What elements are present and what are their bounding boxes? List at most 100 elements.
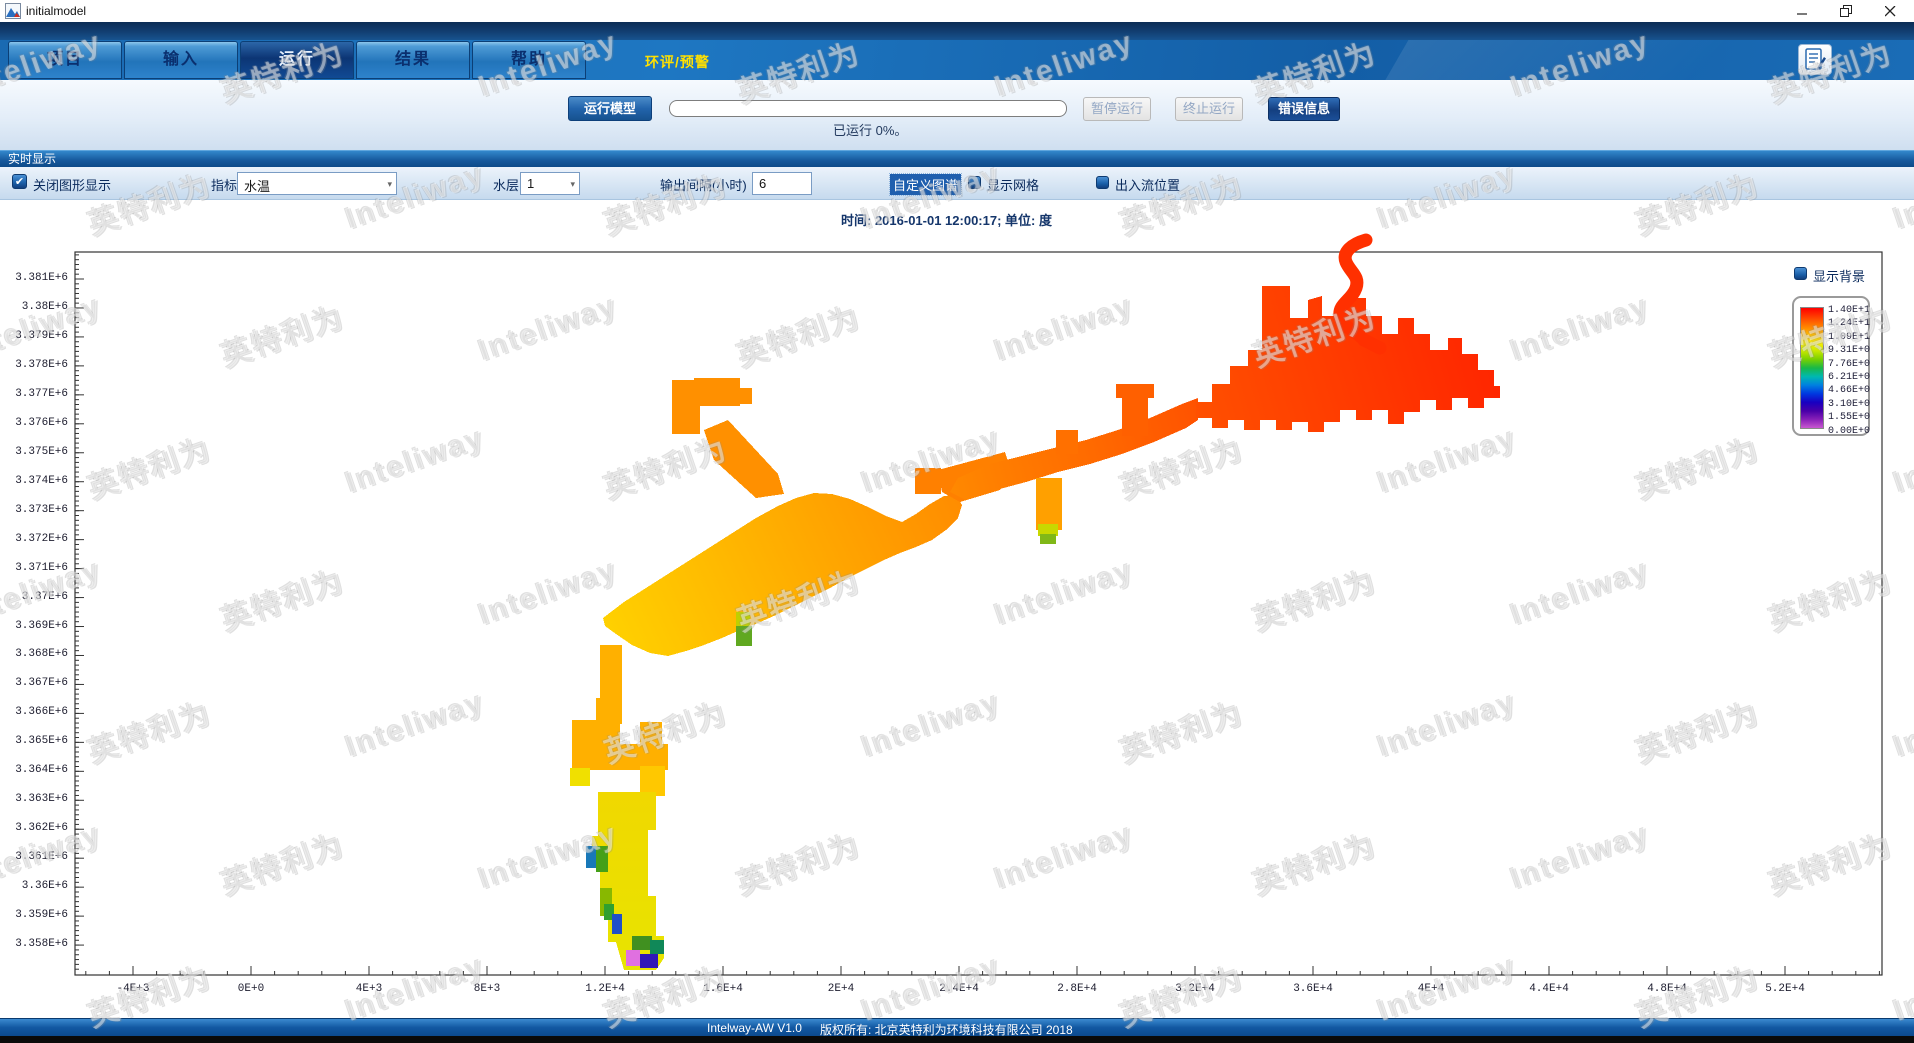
x-tick-label: 8E+3 — [447, 983, 527, 995]
y-tick-label: 3.374E+6 — [0, 475, 68, 487]
window-title: initialmodel — [26, 4, 86, 18]
y-tick-label: 3.36E+6 — [0, 880, 68, 892]
tab-project[interactable]: 项目 — [8, 41, 122, 79]
layer-select[interactable]: 1 ▾ — [520, 172, 580, 195]
chart-border — [75, 252, 1882, 975]
close-graph-label: 关闭图形显示 — [33, 175, 111, 194]
tab-input[interactable]: 输入 — [124, 41, 238, 79]
pause-run-button[interactable]: 暂停运行 — [1083, 97, 1151, 121]
cell-yellow — [570, 768, 590, 786]
title-bar: initialmodel — [0, 0, 1914, 22]
tab-help[interactable]: 帮助 — [472, 41, 586, 79]
report-document-button[interactable] — [1798, 44, 1832, 75]
x-tick-label: 4E+4 — [1391, 983, 1471, 995]
chevron-down-icon: ▾ — [387, 179, 392, 190]
y-tick-label: 3.373E+6 — [0, 504, 68, 516]
axis-ticks — [75, 255, 1879, 975]
app-window: initialmodel 项目 输入 运行 结果 帮助 环评/预警 — [0, 0, 1914, 1043]
close-button[interactable] — [1868, 0, 1912, 22]
interval-label: 输出间隔(小时) — [660, 175, 747, 194]
x-tick-label: -4E+3 — [93, 983, 173, 995]
inflow-position-label: 出入流位置 — [1115, 175, 1180, 194]
tab-results[interactable]: 结果 — [356, 41, 470, 79]
minimize-icon — [1797, 6, 1808, 17]
close-graph-checkbox[interactable]: ✔ — [12, 174, 27, 189]
hanging-branch — [1036, 478, 1062, 530]
realtime-display-header: 实时显示 — [0, 150, 1914, 167]
layer-value: 1 — [527, 176, 534, 191]
interval-input[interactable] — [752, 172, 812, 195]
tab-run[interactable]: 运行 — [240, 41, 354, 79]
y-tick-label: 3.372E+6 — [0, 533, 68, 545]
menu-tab-bar: 项目 输入 运行 结果 帮助 — [0, 40, 1914, 80]
x-tick-label: 2.8E+4 — [1037, 983, 1117, 995]
colorbar-value: 1.55E+0 — [1828, 412, 1872, 423]
colorbar-value: 0.00E+0 — [1828, 426, 1872, 437]
lake-north-nub — [915, 468, 941, 494]
y-tick-label: 3.358E+6 — [0, 938, 68, 950]
progress-label: 已运行 0%。 — [833, 120, 993, 139]
up-branch-top — [1116, 384, 1154, 398]
y-tick-label: 3.37E+6 — [0, 591, 68, 603]
y-tick-label: 3.376E+6 — [0, 417, 68, 429]
colorbar-value: 9.31E+0 — [1828, 345, 1872, 356]
colorbar-value: 3.10E+0 — [1828, 399, 1872, 410]
run-toolbar: 运行模型 已运行 0%。 暂停运行 终止运行 错误信息 — [0, 80, 1914, 150]
map-time-label: 时间: 2016-01-01 12:00:17; 单位: 度 — [841, 210, 1052, 229]
indicator-select[interactable]: 水温 ▾ — [237, 172, 397, 195]
y-tick-label: 3.367E+6 — [0, 677, 68, 689]
lake-body — [603, 493, 962, 656]
restore-button[interactable] — [1824, 0, 1868, 22]
y-tick-label: 3.359E+6 — [0, 909, 68, 921]
y-tick-label: 3.362E+6 — [0, 822, 68, 834]
env-warning-label: 环评/预警 — [645, 52, 710, 72]
minimize-button[interactable] — [1780, 0, 1824, 22]
colorbar-gradient — [1800, 307, 1824, 429]
indicator-label: 指标 — [211, 175, 237, 194]
realtime-controls: ✔ 关闭图形显示 指标 水温 ▾ 水层 1 ▾ 输出间隔(小时) 自定义图谱 显… — [0, 167, 1914, 200]
decorative-streak — [1374, 40, 1914, 80]
show-background-checkbox[interactable] — [1794, 267, 1807, 280]
layer-label: 水层 — [493, 175, 519, 194]
y-tick-label: 3.377E+6 — [0, 388, 68, 400]
y-tick-label: 3.378E+6 — [0, 359, 68, 371]
y-tick-label: 3.364E+6 — [0, 764, 68, 776]
status-bar: Intelway-AW V1.0 版权所有: 北京英特利为环境科技有限公司 20… — [0, 1018, 1914, 1036]
stop-run-button[interactable]: 终止运行 — [1175, 97, 1243, 121]
y-tick-label: 3.365E+6 — [0, 735, 68, 747]
run-model-button[interactable]: 运行模型 — [568, 96, 652, 121]
cell-green — [1040, 534, 1056, 544]
x-tick-label: 1.6E+4 — [683, 983, 763, 995]
x-tick-label: 3.2E+4 — [1155, 983, 1235, 995]
progress-bar — [669, 100, 1067, 117]
y-tick-label: 3.38E+6 — [0, 301, 68, 313]
error-info-button[interactable]: 错误信息 — [1268, 97, 1340, 121]
show-grid-checkbox[interactable] — [968, 176, 981, 189]
colorbar-value: 6.21E+0 — [1828, 372, 1872, 383]
x-tick-label: 5.2E+4 — [1745, 983, 1825, 995]
y-tick-label: 3.363E+6 — [0, 793, 68, 805]
document-icon — [1804, 48, 1826, 72]
x-tick-label: 4.4E+4 — [1509, 983, 1589, 995]
app-version: Intelway-AW V1.0 — [707, 1021, 802, 1035]
show-grid-label: 显示网格 — [987, 175, 1039, 194]
restore-icon — [1840, 5, 1852, 17]
x-tick-label: 0E+0 — [211, 983, 291, 995]
channel-nub — [1056, 430, 1078, 454]
colorbar-value: 1.09E+1 — [1828, 332, 1872, 343]
x-tick-label: 4E+3 — [329, 983, 409, 995]
show-background-label: 显示背景 — [1813, 266, 1865, 285]
y-tick-label: 3.361E+6 — [0, 851, 68, 863]
x-tick-label: 2.4E+4 — [919, 983, 999, 995]
indicator-value: 水温 — [244, 179, 270, 194]
app-icon — [5, 3, 21, 19]
y-tick-label: 3.369E+6 — [0, 620, 68, 632]
custom-spectrum-button[interactable]: 自定义图谱 — [890, 174, 961, 195]
y-tick-label: 3.366E+6 — [0, 706, 68, 718]
inflow-position-checkbox[interactable] — [1096, 176, 1109, 189]
chevron-down-icon: ▾ — [570, 179, 575, 190]
nav-band — [0, 22, 1914, 40]
colorbar-value: 4.66E+0 — [1828, 385, 1872, 396]
y-tick-label: 3.375E+6 — [0, 446, 68, 458]
y-tick-label: 3.371E+6 — [0, 562, 68, 574]
